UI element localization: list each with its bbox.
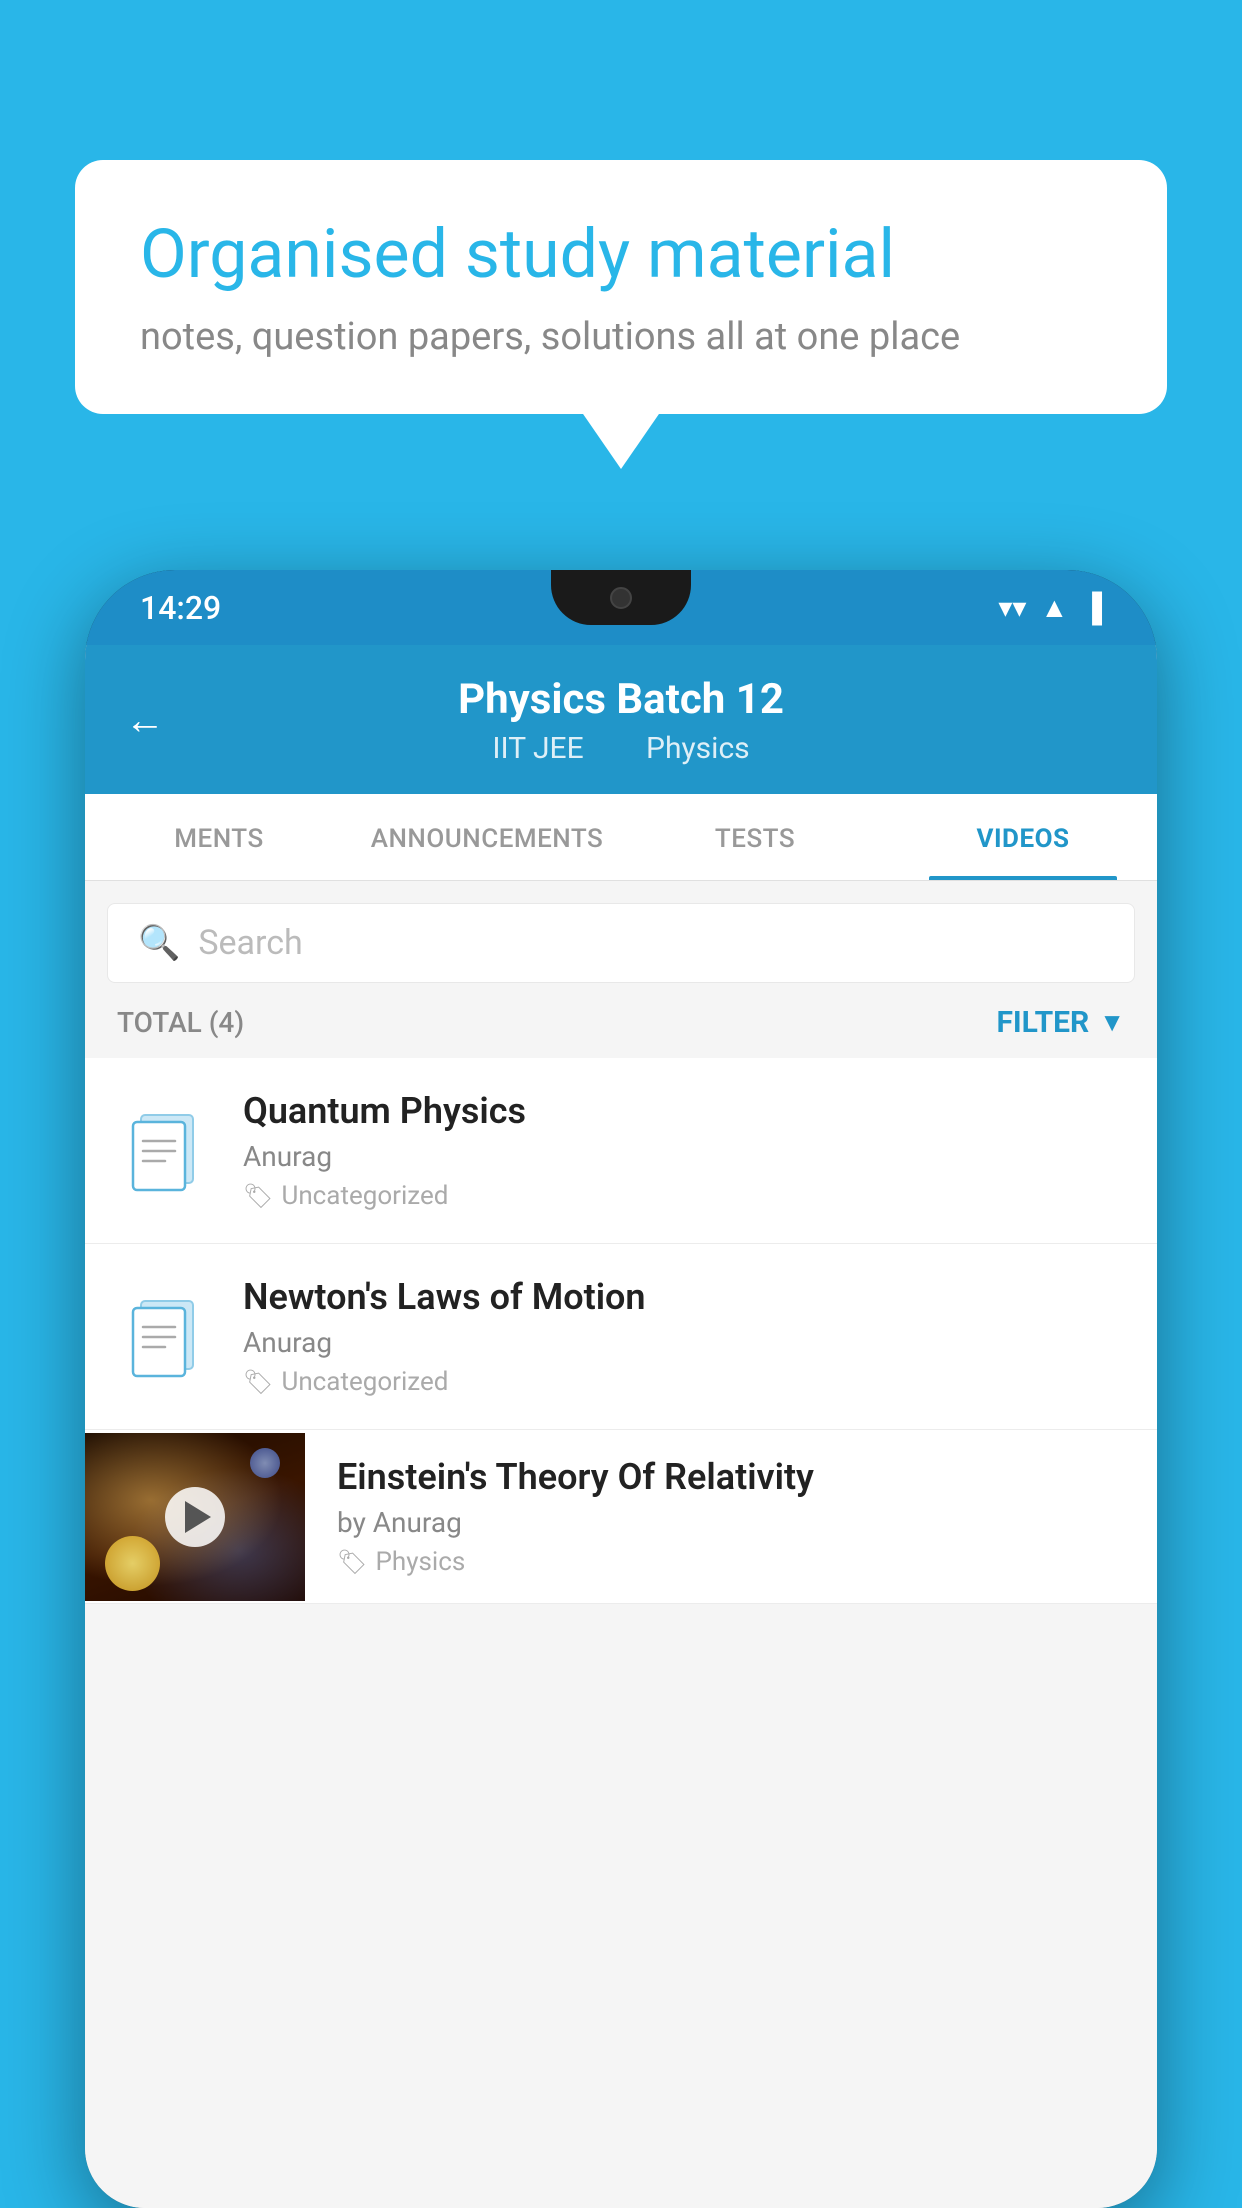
tab-announcements[interactable]: ANNOUNCEMENTS — [353, 794, 621, 880]
header-subtitle-iitjee: IIT JEE — [492, 731, 583, 766]
wifi-icon: ▾▾ — [998, 591, 1026, 624]
screen-content: 🔍 Search TOTAL (4) FILTER ▼ — [85, 881, 1157, 2208]
phone-frame: 14:29 ▾▾ ▲ ▐ ← Physics Batch 12 IIT JEE … — [85, 570, 1157, 2208]
item-tag: 🏷 Uncategorized — [243, 1181, 1121, 1211]
total-label: TOTAL (4) — [117, 1006, 244, 1039]
header-subtitle-physics: Physics — [646, 731, 750, 766]
filter-label: FILTER — [996, 1005, 1089, 1040]
item-tag: 🏷 Physics — [337, 1547, 1121, 1577]
item-info: Quantum Physics Anurag 🏷 Uncategorized — [243, 1090, 1121, 1211]
list-item[interactable]: Quantum Physics Anurag 🏷 Uncategorized — [85, 1058, 1157, 1244]
header-title: Physics Batch 12 — [125, 675, 1117, 725]
item-title: Einstein's Theory Of Relativity — [337, 1456, 1121, 1498]
tag-icon: 🏷 — [337, 1548, 367, 1576]
app-header: ← Physics Batch 12 IIT JEE Physics — [85, 645, 1157, 794]
item-doc-icon — [121, 1101, 211, 1201]
status-time: 14:29 — [140, 589, 221, 627]
tag-label: Uncategorized — [281, 1181, 448, 1211]
item-title: Quantum Physics — [243, 1090, 1121, 1132]
item-title: Newton's Laws of Motion — [243, 1276, 1121, 1318]
item-doc-icon — [121, 1287, 211, 1387]
speech-bubble-subtitle: notes, question papers, solutions all at… — [140, 315, 1102, 359]
doc-icon-svg — [129, 1293, 204, 1381]
tab-ments[interactable]: MENTS — [85, 794, 353, 880]
item-tag: 🏷 Uncategorized — [243, 1367, 1121, 1397]
tag-icon: 🏷 — [243, 1182, 273, 1210]
play-button[interactable] — [165, 1487, 225, 1547]
video-thumbnail — [85, 1433, 305, 1601]
filter-row: TOTAL (4) FILTER ▼ — [85, 983, 1157, 1058]
tag-label: Physics — [375, 1547, 465, 1577]
tabs-bar: MENTS ANNOUNCEMENTS TESTS VIDEOS — [85, 794, 1157, 881]
doc-icon-svg — [129, 1107, 204, 1195]
list-item[interactable]: Newton's Laws of Motion Anurag 🏷 Uncateg… — [85, 1244, 1157, 1430]
item-info: Einstein's Theory Of Relativity by Anura… — [337, 1430, 1121, 1603]
item-author: Anurag — [243, 1140, 1121, 1173]
play-triangle — [185, 1501, 211, 1533]
camera-dot — [610, 587, 632, 609]
filter-icon: ▼ — [1099, 1007, 1125, 1038]
phone-screen: ← Physics Batch 12 IIT JEE Physics MENTS… — [85, 645, 1157, 2208]
tab-videos[interactable]: VIDEOS — [889, 794, 1157, 880]
list-item-thumb[interactable]: Einstein's Theory Of Relativity by Anura… — [85, 1430, 1157, 1604]
speech-bubble-title: Organised study material — [140, 215, 1102, 293]
search-placeholder: Search — [198, 923, 302, 963]
search-bar[interactable]: 🔍 Search — [107, 903, 1135, 983]
item-author: by Anurag — [337, 1506, 1121, 1539]
header-subtitle-sep — [611, 731, 626, 766]
search-icon: 🔍 — [138, 923, 180, 963]
header-subtitle: IIT JEE Physics — [125, 731, 1117, 766]
notch — [551, 570, 691, 625]
filter-button[interactable]: FILTER ▼ — [996, 1005, 1125, 1040]
battery-icon: ▐ — [1082, 591, 1102, 624]
back-button[interactable]: ← — [125, 696, 165, 743]
status-bar: 14:29 ▾▾ ▲ ▐ — [85, 570, 1157, 645]
tag-label: Uncategorized — [281, 1367, 448, 1397]
speech-bubble: Organised study material notes, question… — [75, 160, 1167, 414]
tab-tests[interactable]: TESTS — [621, 794, 889, 880]
signal-icon: ▲ — [1040, 591, 1068, 624]
status-icons: ▾▾ ▲ ▐ — [998, 591, 1102, 624]
item-author: Anurag — [243, 1326, 1121, 1359]
item-info: Newton's Laws of Motion Anurag 🏷 Uncateg… — [243, 1276, 1121, 1397]
tag-icon: 🏷 — [243, 1368, 273, 1396]
